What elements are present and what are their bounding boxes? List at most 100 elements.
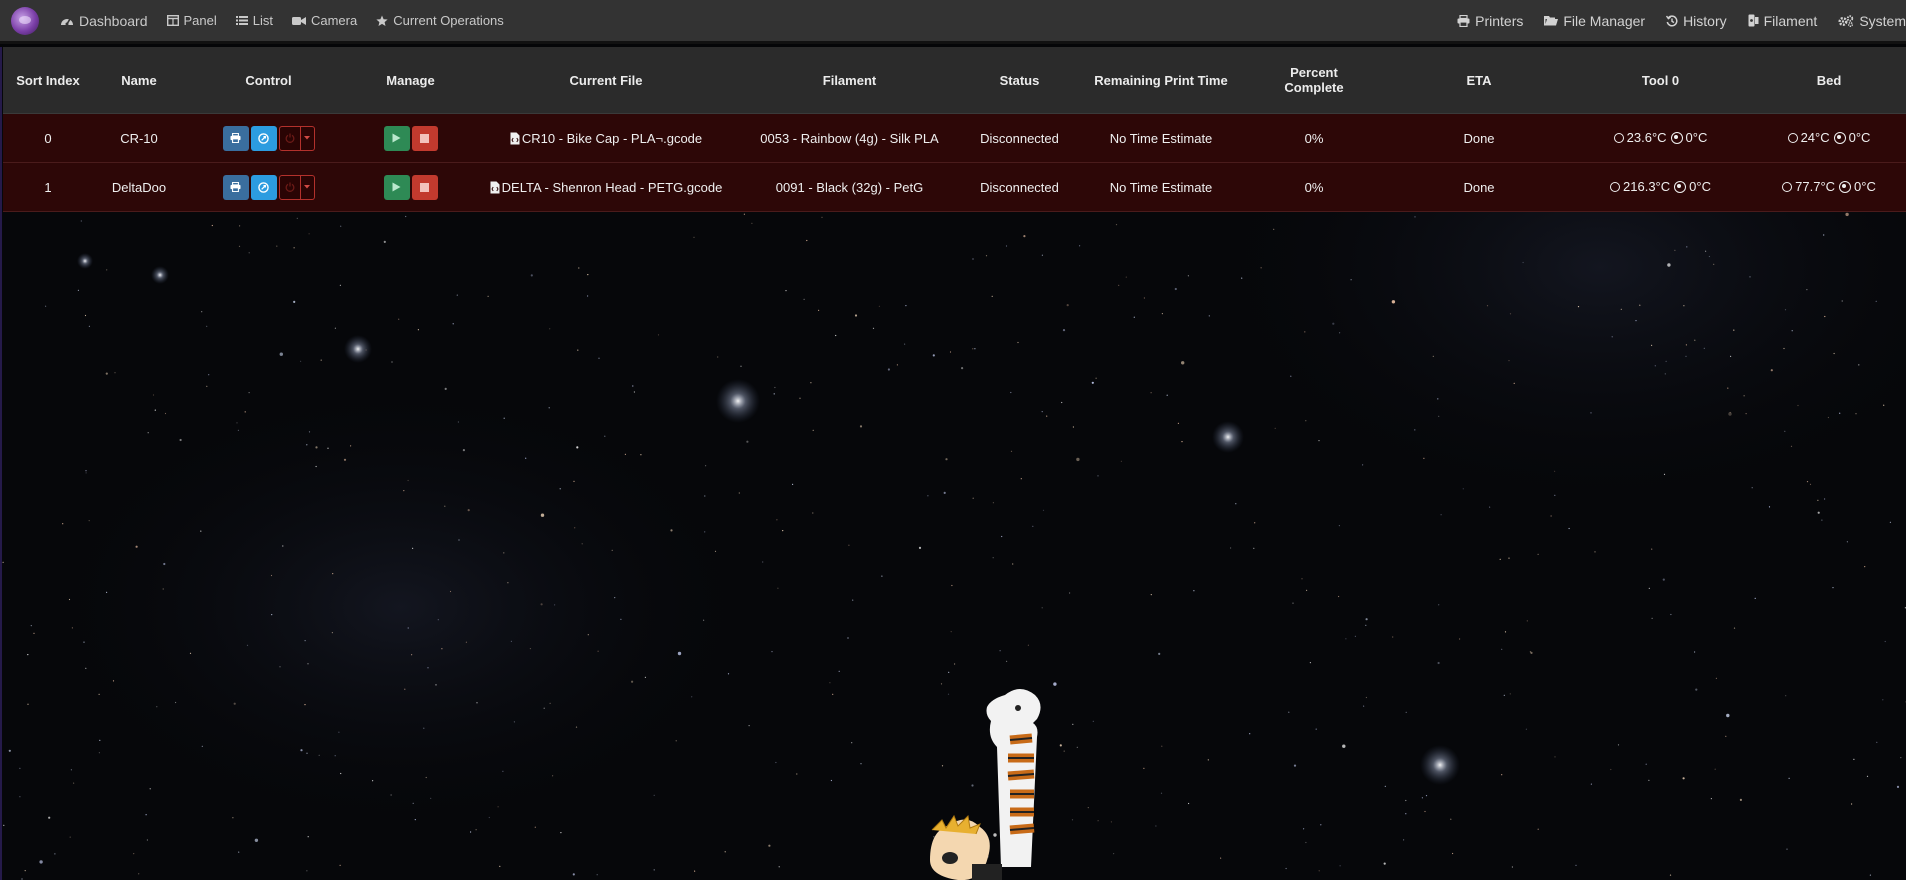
star bbox=[69, 836, 71, 838]
star bbox=[1501, 648, 1503, 650]
nav-printers[interactable]: Printers bbox=[1457, 13, 1523, 29]
printer-icon bbox=[230, 182, 241, 192]
header-sort-index[interactable]: Sort Index bbox=[3, 47, 93, 114]
star bbox=[1177, 422, 1179, 424]
star bbox=[1440, 514, 1442, 516]
star bbox=[1525, 728, 1527, 730]
octofarm-logo[interactable] bbox=[11, 6, 39, 35]
star bbox=[848, 544, 850, 546]
star bbox=[1855, 413, 1857, 415]
star bbox=[1365, 618, 1368, 621]
start-print-button[interactable] bbox=[383, 174, 410, 200]
star bbox=[279, 666, 281, 668]
star bbox=[112, 680, 115, 682]
print-control-button[interactable] bbox=[222, 125, 249, 151]
star bbox=[163, 562, 166, 566]
star bbox=[1405, 813, 1407, 815]
star bbox=[1345, 638, 1347, 640]
star bbox=[45, 305, 47, 307]
cell-tool0-temp: 23.6°C 0°C bbox=[1569, 113, 1752, 163]
star bbox=[838, 670, 840, 672]
star bbox=[470, 831, 472, 833]
print-control-button[interactable] bbox=[222, 174, 249, 200]
star bbox=[1309, 662, 1311, 664]
cell-percent-complete: 0% bbox=[1239, 162, 1389, 212]
header-eta[interactable]: ETA bbox=[1389, 47, 1569, 114]
cell-filament[interactable]: 0053 - Rainbow (4g) - Silk PLA bbox=[743, 113, 956, 163]
power-icon bbox=[285, 133, 294, 143]
connection-button[interactable] bbox=[250, 125, 277, 151]
star bbox=[318, 754, 320, 756]
star bbox=[1362, 464, 1364, 466]
star bbox=[1817, 499, 1819, 501]
stop-print-button[interactable] bbox=[411, 174, 438, 200]
star bbox=[525, 457, 527, 459]
nav-list[interactable]: List bbox=[235, 13, 273, 28]
star bbox=[189, 652, 192, 654]
star bbox=[1188, 802, 1190, 805]
star bbox=[1069, 592, 1071, 594]
power-dropdown-toggle[interactable] bbox=[300, 174, 315, 200]
nav-file-manager[interactable]: File Manager bbox=[1544, 13, 1645, 29]
star bbox=[918, 546, 922, 549]
star bbox=[717, 356, 719, 358]
header-remaining-print-time[interactable]: Remaining Print Time bbox=[1083, 47, 1239, 114]
star bbox=[304, 640, 306, 642]
nav-history[interactable]: History bbox=[1666, 13, 1727, 29]
star bbox=[391, 361, 393, 363]
star bbox=[1174, 287, 1177, 291]
star bbox=[1635, 320, 1637, 322]
nav-current-operations[interactable]: Current Operations bbox=[376, 13, 504, 28]
star bbox=[1824, 498, 1826, 500]
star bbox=[540, 603, 543, 606]
cell-filament[interactable]: 0091 - Black (32g) - PetG bbox=[743, 162, 956, 212]
start-print-button[interactable] bbox=[383, 125, 410, 151]
header-current-file[interactable]: Current File bbox=[469, 47, 743, 114]
header-name[interactable]: Name bbox=[93, 47, 185, 114]
stop-icon bbox=[420, 182, 429, 192]
star bbox=[1663, 473, 1666, 475]
power-dropdown-toggle[interactable] bbox=[300, 125, 315, 151]
cell-current-file: CR10 - Bike Cap - PLA¬.gcode bbox=[469, 113, 743, 163]
star bbox=[467, 509, 470, 512]
nav-camera[interactable]: Camera bbox=[291, 13, 357, 28]
star bbox=[534, 826, 536, 828]
panel-icon bbox=[166, 15, 179, 26]
file-code-icon bbox=[510, 132, 520, 144]
star bbox=[24, 870, 26, 872]
star bbox=[1694, 339, 1696, 341]
stop-print-button[interactable] bbox=[411, 125, 438, 151]
star bbox=[135, 545, 138, 548]
header-filament[interactable]: Filament bbox=[743, 47, 956, 114]
star bbox=[832, 693, 834, 695]
nav-label: List bbox=[252, 13, 273, 28]
star bbox=[1166, 394, 1168, 396]
header-percent-complete[interactable]: Percent Complete bbox=[1239, 47, 1389, 114]
star bbox=[85, 667, 87, 669]
nav-system[interactable]: System bbox=[1838, 13, 1906, 29]
nav-panel[interactable]: Panel bbox=[166, 13, 217, 28]
star bbox=[8, 749, 11, 752]
star bbox=[1365, 624, 1367, 627]
star bbox=[1095, 377, 1097, 379]
bed-target-temp: 0°C bbox=[1854, 179, 1876, 195]
star bbox=[1511, 866, 1513, 868]
star bbox=[1305, 841, 1307, 844]
star bbox=[1568, 527, 1570, 530]
power-button[interactable] bbox=[278, 125, 301, 151]
connection-button[interactable] bbox=[250, 174, 277, 200]
star bbox=[1503, 694, 1505, 696]
star bbox=[670, 529, 673, 532]
star bbox=[503, 417, 505, 419]
star bbox=[1554, 756, 1556, 758]
header-status[interactable]: Status bbox=[956, 47, 1083, 114]
star bbox=[677, 651, 682, 656]
star bbox=[951, 584, 953, 587]
power-button[interactable] bbox=[278, 174, 301, 200]
star bbox=[1292, 602, 1294, 604]
nav-dashboard[interactable]: Dashboard bbox=[60, 13, 148, 29]
star bbox=[693, 236, 695, 238]
star bbox=[1554, 470, 1556, 472]
nav-filament[interactable]: Filament bbox=[1748, 13, 1817, 29]
star bbox=[1508, 360, 1510, 362]
